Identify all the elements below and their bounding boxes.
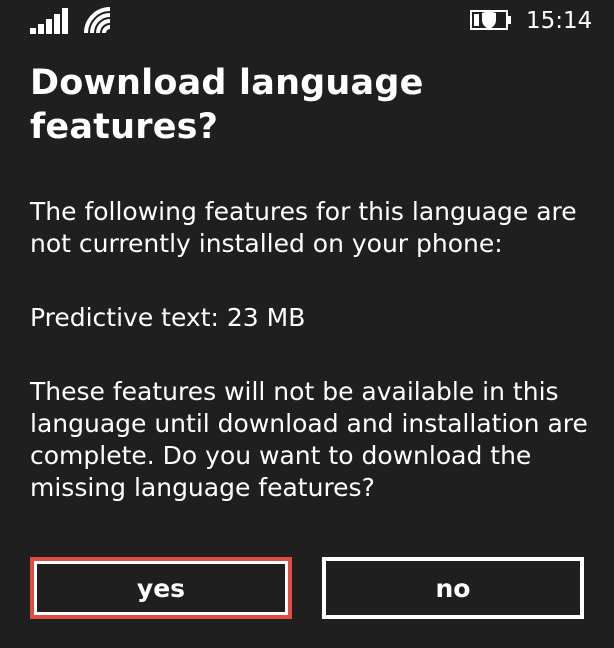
button-row: yes no (30, 557, 584, 619)
no-button[interactable]: no (322, 557, 584, 619)
signal-strength-icon (30, 8, 68, 34)
feature-item-predictive-text: Predictive text: 23 MB (30, 303, 306, 332)
info-text: These features will not be available in … (30, 377, 588, 502)
yes-button[interactable]: yes (30, 557, 292, 619)
wifi-icon (84, 7, 111, 33)
dialog-title: Download language features? (30, 63, 424, 147)
status-bar: 15:14 (0, 0, 614, 44)
intro-text: The following features for this language… (30, 197, 577, 258)
battery-saver-icon (470, 10, 511, 30)
dialog-body: The following features for this language… (30, 196, 590, 504)
status-clock: 15:14 (526, 8, 593, 34)
